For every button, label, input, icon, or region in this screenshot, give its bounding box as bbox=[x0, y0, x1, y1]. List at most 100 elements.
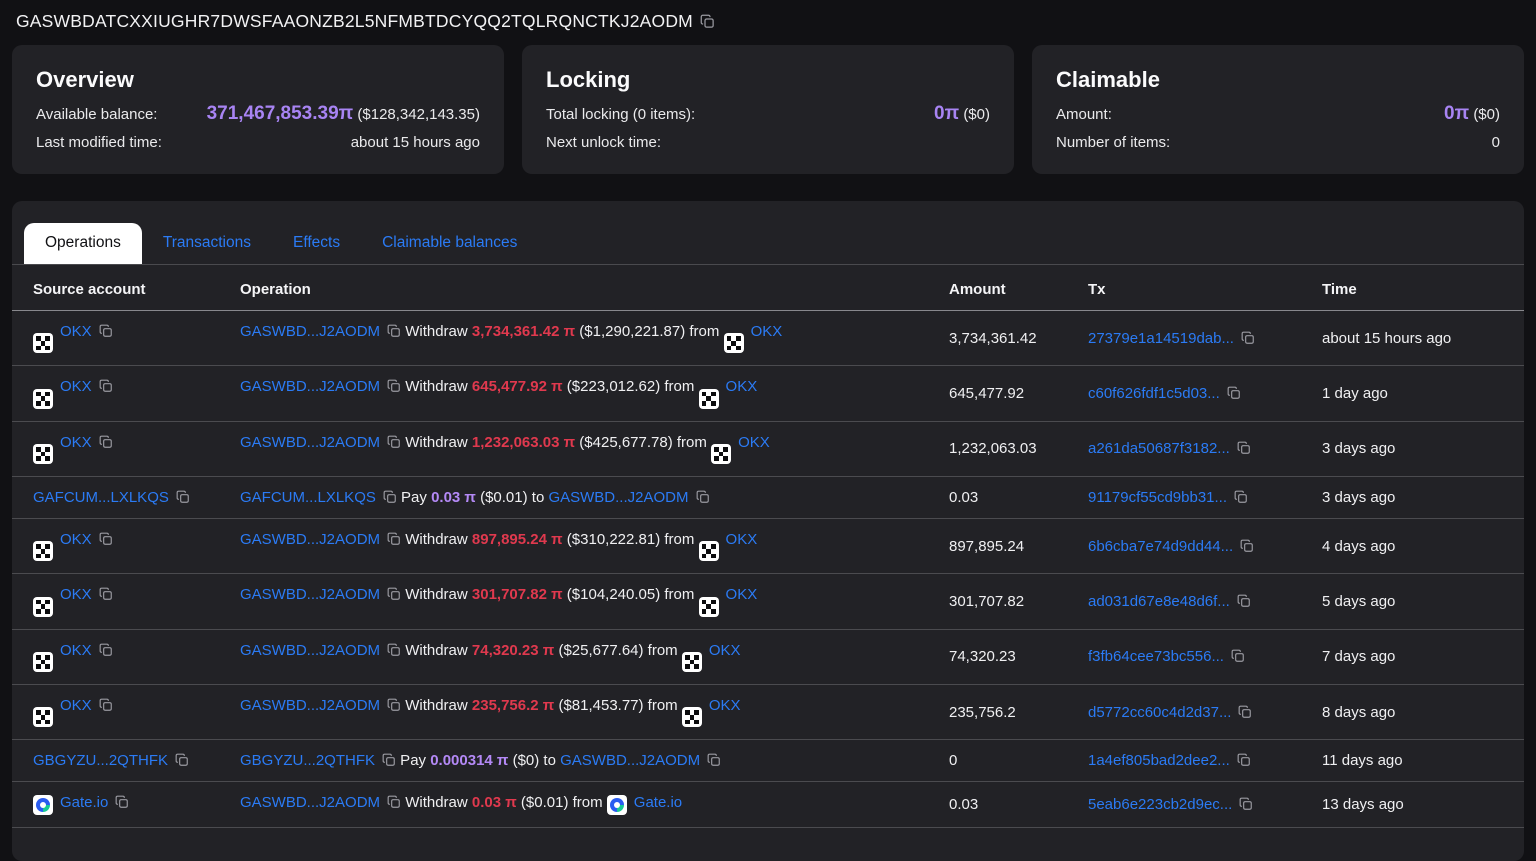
tx-link[interactable]: d5772cc60c4d2d37... bbox=[1088, 704, 1231, 721]
account-link[interactable]: GASWBD...J2AODM bbox=[240, 531, 380, 548]
operation-cell: GASWBD...J2AODM Withdraw 3,734,361.42 π … bbox=[240, 311, 949, 366]
copy-icon[interactable] bbox=[383, 490, 397, 504]
copy-icon[interactable] bbox=[175, 753, 189, 767]
tab-effects[interactable]: Effects bbox=[272, 223, 361, 264]
next-unlock-label: Next unlock time: bbox=[546, 134, 661, 151]
account-link[interactable]: GASWBD...J2AODM bbox=[240, 378, 380, 395]
tx-link[interactable]: 5eab6e223cb2d9ec... bbox=[1088, 796, 1232, 813]
table-row: Gate.ioGASWBD...J2AODM Withdraw 0.03 π (… bbox=[12, 782, 1524, 828]
copy-icon[interactable] bbox=[387, 587, 401, 601]
okx-link[interactable]: OKX bbox=[60, 378, 92, 395]
okx-link[interactable]: OKX bbox=[726, 531, 758, 548]
okx-link[interactable]: OKX bbox=[738, 434, 770, 451]
copy-icon[interactable] bbox=[1239, 797, 1253, 811]
okx-link[interactable]: OKX bbox=[709, 642, 741, 659]
operation-amount: 74,320.23 π bbox=[472, 642, 554, 659]
okx-link[interactable]: OKX bbox=[60, 531, 92, 548]
okx-link[interactable]: OKX bbox=[60, 586, 92, 603]
account-address: GASWBDATCXXIUGHR7DWSFAAONZB2L5NFMBTDCYQQ… bbox=[16, 11, 693, 32]
copy-icon[interactable] bbox=[387, 795, 401, 809]
gate-link[interactable]: Gate.io bbox=[60, 794, 108, 811]
copy-icon[interactable] bbox=[1237, 594, 1251, 608]
tab-claimable-balances[interactable]: Claimable balances bbox=[361, 223, 538, 264]
okx-link[interactable]: OKX bbox=[726, 378, 758, 395]
account-link[interactable]: GASWBD...J2AODM bbox=[240, 697, 380, 714]
account-link[interactable]: GASWBD...J2AODM bbox=[548, 489, 688, 506]
copy-icon[interactable] bbox=[115, 795, 129, 809]
account-link[interactable]: GAFCUM...LXLKQS bbox=[33, 489, 169, 506]
operation-cell: GASWBD...J2AODM Withdraw 1,232,063.03 π … bbox=[240, 421, 949, 476]
copy-icon[interactable] bbox=[176, 490, 190, 504]
copy-icon[interactable] bbox=[387, 698, 401, 712]
table-row: OKXGASWBD...J2AODM Withdraw 235,756.2 π … bbox=[12, 685, 1524, 740]
source-account-cell: GBGYZU...2QTHFK bbox=[12, 740, 240, 782]
copy-icon[interactable] bbox=[99, 587, 113, 601]
okx-link[interactable]: OKX bbox=[726, 586, 758, 603]
copy-icon[interactable] bbox=[707, 753, 721, 767]
okx-link[interactable]: OKX bbox=[60, 642, 92, 659]
account-link[interactable]: GASWBD...J2AODM bbox=[560, 752, 700, 769]
time-cell: 3 days ago bbox=[1322, 477, 1524, 519]
okx-icon bbox=[682, 652, 702, 672]
operations-panel: Operations Transactions Effects Claimabl… bbox=[12, 201, 1524, 861]
copy-icon[interactable] bbox=[387, 532, 401, 546]
okx-link[interactable]: OKX bbox=[60, 697, 92, 714]
account-link[interactable]: GBGYZU...2QTHFK bbox=[33, 752, 168, 769]
copy-icon[interactable] bbox=[700, 14, 715, 29]
tx-link[interactable]: 91179cf55cd9bb31... bbox=[1088, 489, 1227, 506]
copy-icon[interactable] bbox=[1240, 539, 1254, 553]
tx-cell: 91179cf55cd9bb31... bbox=[1088, 477, 1322, 519]
tx-cell: c60f626fdf1c5d03... bbox=[1088, 366, 1322, 421]
source-account-cell: OKX bbox=[12, 685, 240, 740]
copy-icon[interactable] bbox=[1237, 441, 1251, 455]
gate-link[interactable]: Gate.io bbox=[634, 794, 682, 811]
tab-transactions[interactable]: Transactions bbox=[142, 223, 272, 264]
copy-icon[interactable] bbox=[382, 753, 396, 767]
copy-icon[interactable] bbox=[99, 435, 113, 449]
time-cell: 11 days ago bbox=[1322, 740, 1524, 782]
tx-link[interactable]: 6b6cba7e74d9dd44... bbox=[1088, 538, 1233, 555]
account-link[interactable]: GASWBD...J2AODM bbox=[240, 794, 380, 811]
claimable-items-label: Number of items: bbox=[1056, 134, 1170, 151]
okx-icon bbox=[33, 707, 53, 727]
table-row: OKXGASWBD...J2AODM Withdraw 3,734,361.42… bbox=[12, 311, 1524, 366]
claimable-amount-value: 0π ($0) bbox=[1444, 103, 1500, 125]
copy-icon[interactable] bbox=[99, 532, 113, 546]
okx-link[interactable]: OKX bbox=[60, 434, 92, 451]
copy-icon[interactable] bbox=[99, 643, 113, 657]
tx-link[interactable]: 1a4ef805bad2dee2... bbox=[1088, 752, 1230, 769]
copy-icon[interactable] bbox=[1237, 753, 1251, 767]
copy-icon[interactable] bbox=[696, 490, 710, 504]
copy-icon[interactable] bbox=[1231, 649, 1245, 663]
tx-link[interactable]: ad031d67e8e48d6f... bbox=[1088, 593, 1230, 610]
copy-icon[interactable] bbox=[387, 324, 401, 338]
tab-operations[interactable]: Operations bbox=[24, 223, 142, 264]
total-locking-value: 0π ($0) bbox=[934, 103, 990, 125]
copy-icon[interactable] bbox=[1241, 331, 1255, 345]
okx-link[interactable]: OKX bbox=[709, 697, 741, 714]
copy-icon[interactable] bbox=[99, 698, 113, 712]
copy-icon[interactable] bbox=[99, 379, 113, 393]
account-link[interactable]: GASWBD...J2AODM bbox=[240, 642, 380, 659]
tx-link[interactable]: 27379e1a14519dab... bbox=[1088, 330, 1234, 347]
copy-icon[interactable] bbox=[99, 324, 113, 338]
tx-link[interactable]: c60f626fdf1c5d03... bbox=[1088, 385, 1220, 402]
okx-link[interactable]: OKX bbox=[751, 323, 783, 340]
okx-link[interactable]: OKX bbox=[60, 323, 92, 340]
overview-card: Overview Available balance: 371,467,853.… bbox=[12, 45, 504, 174]
source-account-cell: OKX bbox=[12, 311, 240, 366]
copy-icon[interactable] bbox=[387, 379, 401, 393]
tx-link[interactable]: f3fb64cee73bc556... bbox=[1088, 648, 1224, 665]
copy-icon[interactable] bbox=[1238, 705, 1252, 719]
copy-icon[interactable] bbox=[1227, 386, 1241, 400]
copy-icon[interactable] bbox=[387, 643, 401, 657]
copy-icon[interactable] bbox=[1234, 490, 1248, 504]
account-link[interactable]: GASWBD...J2AODM bbox=[240, 323, 380, 340]
table-row: OKXGASWBD...J2AODM Withdraw 1,232,063.03… bbox=[12, 421, 1524, 476]
tx-link[interactable]: a261da50687f3182... bbox=[1088, 440, 1230, 457]
account-link[interactable]: GAFCUM...LXLKQS bbox=[240, 489, 376, 506]
account-link[interactable]: GBGYZU...2QTHFK bbox=[240, 752, 375, 769]
copy-icon[interactable] bbox=[387, 435, 401, 449]
account-link[interactable]: GASWBD...J2AODM bbox=[240, 434, 380, 451]
account-link[interactable]: GASWBD...J2AODM bbox=[240, 586, 380, 603]
